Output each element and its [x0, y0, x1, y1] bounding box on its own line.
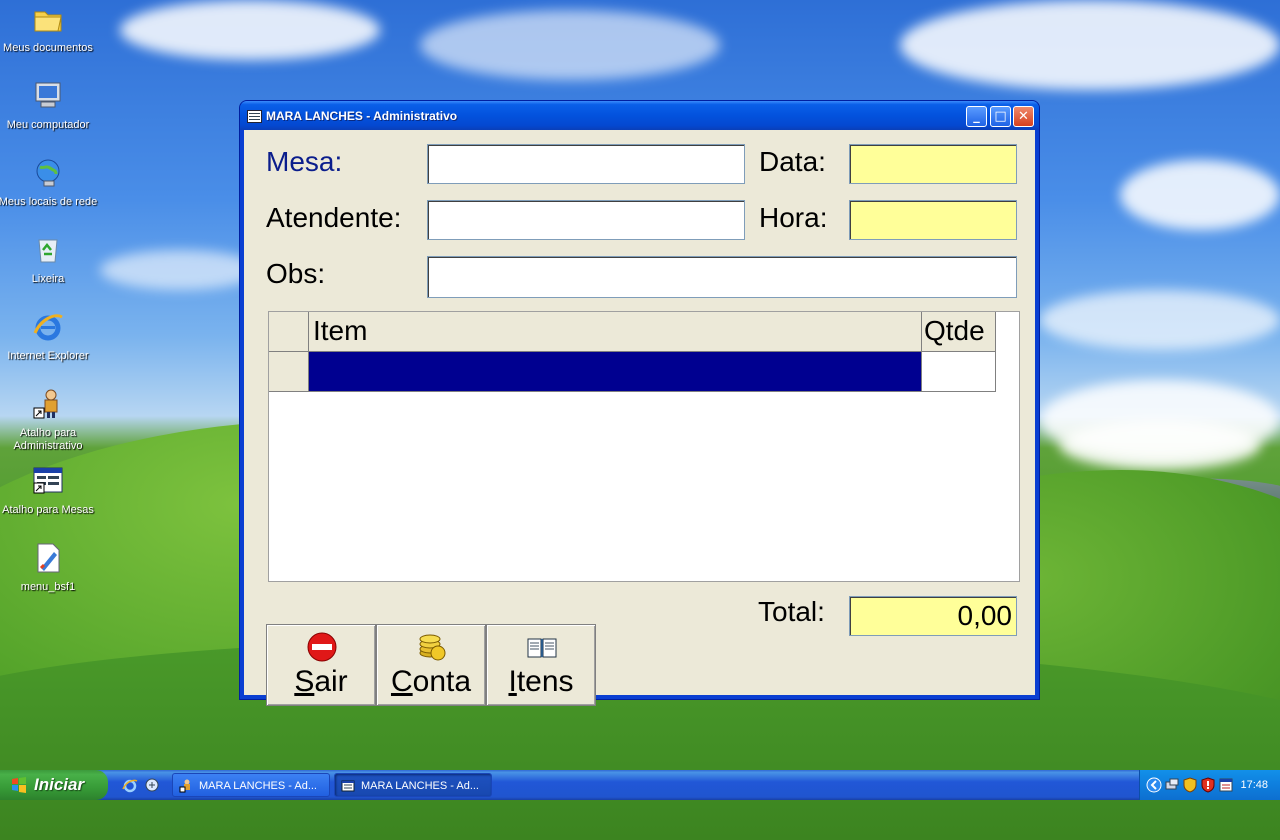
conta-button-label: Conta — [390, 665, 472, 698]
desktop-icon-label: Lixeira — [31, 273, 65, 285]
taskbar-item-administrativo[interactable]: MARA LANCHES - Ad... — [172, 773, 330, 797]
show-hidden-icons-chevron-icon[interactable] — [1146, 777, 1162, 793]
window-titlebar[interactable]: MARA LANCHES - Administrativo _ □ ✕ — [240, 101, 1039, 130]
data-label: Data: — [759, 146, 826, 177]
atendente-label: Atendente: — [266, 202, 402, 233]
folder-icon — [34, 11, 62, 32]
total-label: Total: — [758, 596, 825, 627]
desktop-icon-label: Internet Explorer — [7, 350, 89, 362]
hora-label: Hora: — [759, 202, 828, 233]
desktop-icon-label: menu_bsf1 — [20, 581, 76, 593]
taskbar-item-mara-lanches[interactable]: MARA LANCHES - Ad... — [334, 773, 492, 797]
desktop-icon-meus-locais-de-rede[interactable]: Meus locais de rede — [0, 157, 98, 209]
row-selector[interactable] — [269, 352, 309, 392]
internet-explorer-icon — [33, 314, 63, 341]
taskbar-item-label: MARA LANCHES - Ad... — [199, 780, 317, 792]
form-window-icon — [247, 110, 262, 123]
grid-cell-item[interactable] — [309, 352, 922, 392]
grid-cell-qtde[interactable] — [922, 352, 996, 392]
close-button[interactable]: ✕ — [1013, 106, 1034, 127]
coins-icon — [419, 634, 446, 661]
recycle-bin-icon — [38, 239, 58, 263]
show-desktop-icon[interactable] — [144, 777, 160, 793]
close-icon: ✕ — [1018, 109, 1029, 124]
desktop-icon-label: Meu computador — [6, 119, 90, 131]
grid-header-item[interactable]: Item — [309, 312, 922, 352]
sair-button-label: Sair — [294, 665, 348, 698]
obs-label: Obs: — [266, 258, 326, 289]
maximize-button[interactable]: □ — [990, 106, 1011, 127]
total-value: 0,00 — [849, 596, 1017, 636]
desktop-icon-label: Meus locais de rede — [0, 196, 98, 208]
window-form-shortcut-icon — [33, 467, 63, 494]
grid-corner-header — [269, 312, 309, 352]
itens-button[interactable]: Itens — [486, 624, 596, 706]
conta-button[interactable]: Conta — [376, 624, 486, 706]
administrator-shortcut-icon — [33, 389, 58, 419]
desktop-icon-meus-documentos[interactable]: Meus documentos — [0, 3, 98, 55]
desktop-icon-internet-explorer[interactable]: Internet Explorer — [0, 311, 98, 363]
security-shield-icon[interactable] — [1182, 777, 1198, 793]
app-window[interactable]: MARA LANCHES - Administrativo _ □ ✕ Mesa… — [240, 101, 1039, 706]
image-file-icon — [37, 543, 60, 573]
book-icon — [527, 638, 557, 658]
desktop-icon-label: Atalho para Mesas — [2, 504, 94, 516]
computer-icon — [35, 82, 61, 108]
system-tray: 17:48 — [1139, 770, 1280, 800]
desktop-icon-atalho-mesas[interactable]: Atalho para Mesas — [0, 465, 98, 517]
minimize-icon: _ — [973, 109, 980, 124]
application-tray-icon[interactable] — [1218, 777, 1234, 793]
items-grid[interactable]: Item Qtde — [268, 311, 1020, 582]
taskbar: Iniciar MARA LANCHES - Ad... MARA LANCHE… — [0, 770, 1280, 800]
hora-field — [849, 200, 1017, 240]
administrator-icon — [179, 779, 190, 793]
desktop-icon-lixeira[interactable]: Lixeira — [0, 234, 98, 286]
grid-header-qtde[interactable]: Qtde — [922, 312, 996, 352]
taskbar-item-label: MARA LANCHES - Ad... — [361, 780, 479, 792]
desktop-icon-menu-bsf1[interactable]: menu_bsf1 — [0, 542, 98, 594]
desktop-icon-meu-computador[interactable]: Meu computador — [0, 80, 98, 132]
maximize-icon: □ — [994, 109, 1007, 124]
start-label: Iniciar — [34, 775, 85, 794]
desktop-icon-label: Meus documentos — [3, 42, 93, 54]
obs-input[interactable] — [427, 256, 1017, 298]
network-icon[interactable] — [1164, 777, 1180, 793]
network-globe-icon — [36, 159, 60, 187]
mesa-label: Mesa: — [266, 146, 343, 177]
desktop-icon-label: Atalho para Administrativo — [13, 427, 83, 452]
start-button[interactable]: Iniciar — [0, 770, 108, 800]
window-client-area: Mesa: Data: Atendente: Hora: Obs: Item Q… — [244, 130, 1035, 706]
sair-button[interactable]: Sair — [266, 624, 376, 706]
no-entry-icon — [307, 632, 337, 662]
form-window-icon — [341, 780, 355, 792]
data-field — [849, 144, 1017, 184]
atendente-input[interactable] — [427, 200, 745, 240]
itens-button-label: Itens — [508, 665, 574, 698]
internet-explorer-icon[interactable] — [122, 777, 138, 793]
desktop-icon-atalho-administrativo[interactable]: Atalho para Administrativo — [0, 388, 98, 453]
clock[interactable]: 17:48 — [1240, 770, 1268, 800]
window-title: MARA LANCHES - Administrativo — [266, 109, 458, 123]
minimize-button[interactable]: _ — [966, 106, 987, 127]
windows-logo-icon — [12, 777, 26, 793]
mesa-input[interactable] — [427, 144, 745, 184]
security-alert-icon[interactable] — [1200, 777, 1216, 793]
